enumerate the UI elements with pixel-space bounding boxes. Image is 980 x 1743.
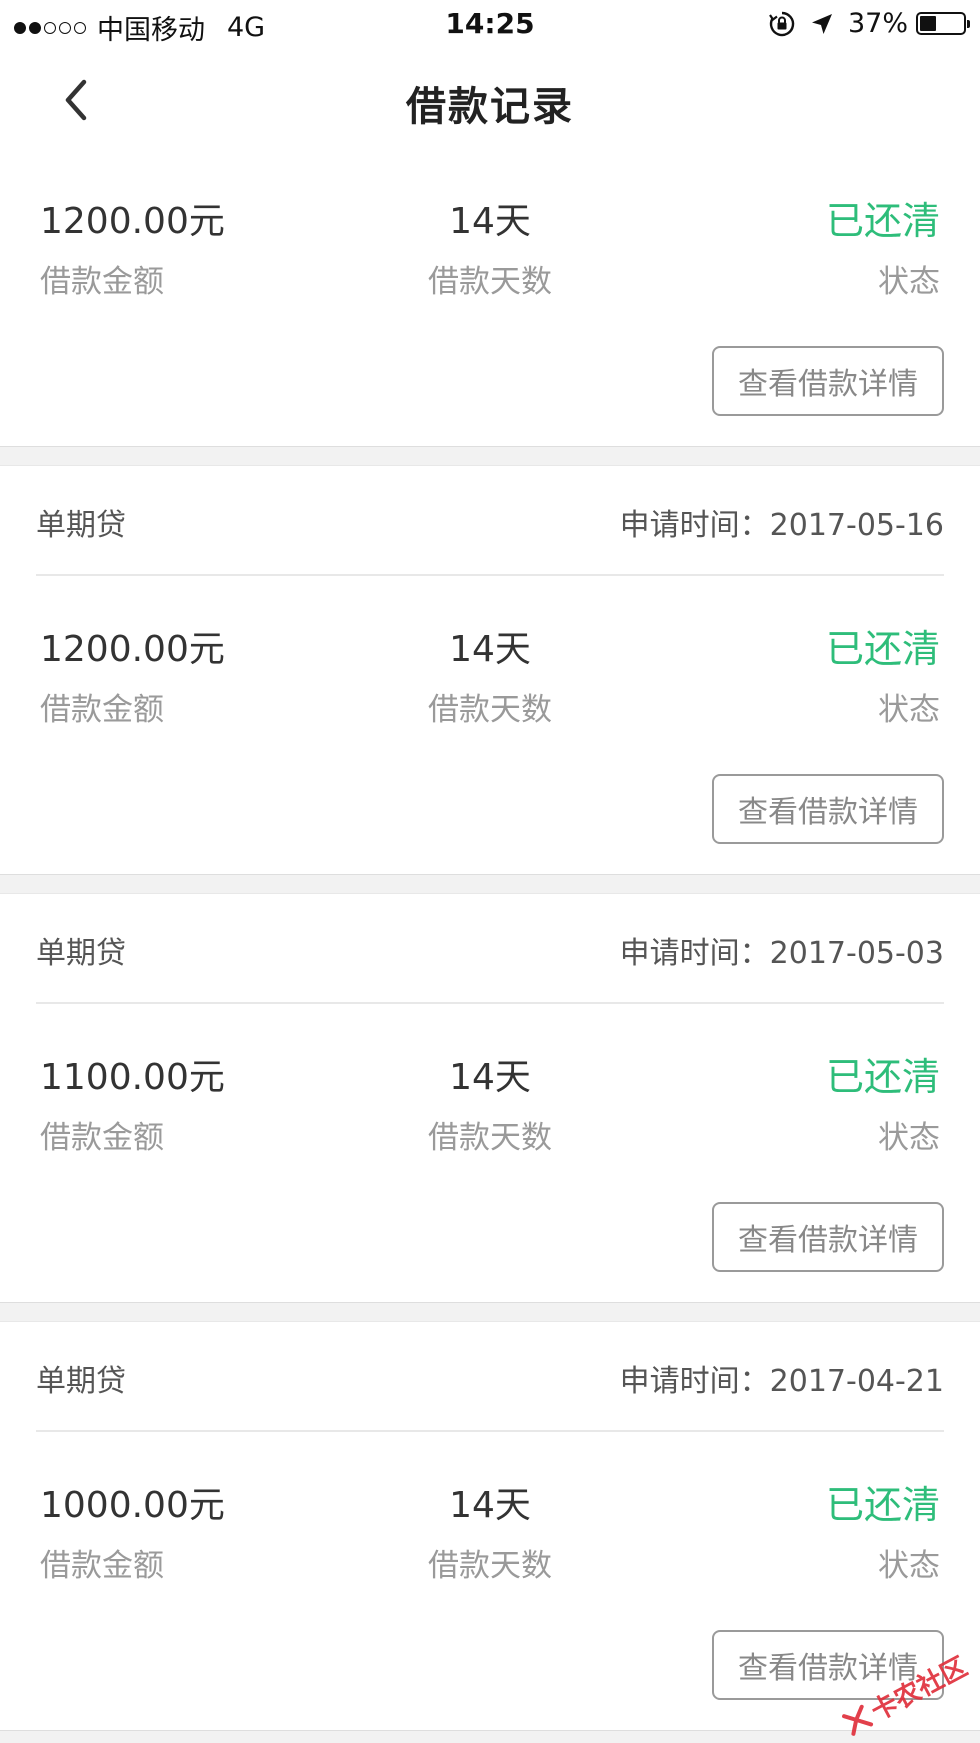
apply-time: 申请时间：2017-05-03	[619, 936, 944, 971]
section-gap	[0, 1302, 980, 1322]
loan-amount-value: 1100.00元	[40, 1057, 225, 1098]
loan-amount-label: 借款金额	[40, 264, 164, 300]
loan-days-value: 14天	[449, 1485, 531, 1526]
loan-days-value: 14天	[449, 1057, 531, 1098]
loan-type: 单期贷	[36, 508, 126, 543]
loan-status-value: 已还清	[825, 199, 940, 243]
loan-amount-label: 借款金额	[40, 692, 164, 728]
loan-status-value: 已还清	[825, 1483, 940, 1527]
record-body: 1100.00元 借款金额 14天 借款天数 已还清 状态 查看借款详情	[0, 1004, 980, 1302]
section-gap	[0, 1730, 980, 1743]
loan-amount-value: 1000.00元	[40, 1485, 225, 1526]
loan-days-label: 借款天数	[428, 1120, 552, 1156]
battery-icon	[916, 12, 970, 35]
status-right: 37%	[768, 8, 970, 39]
loan-record-card: 单期贷 申请时间：2017-05-03 1100.00元 借款金额 14天 借款…	[0, 894, 980, 1302]
record-body: 1200.00元 借款金额 14天 借款天数 已还清 状态 查看借款详情	[0, 576, 980, 874]
apply-time: 申请时间：2017-05-16	[619, 508, 944, 543]
loan-days-label: 借款天数	[428, 692, 552, 728]
loan-amount-label: 借款金额	[40, 1548, 164, 1584]
record-body: 1200.00元 借款金额 14天 借款天数 已还清 状态 查看借款详情	[0, 148, 980, 446]
section-gap	[0, 446, 980, 466]
view-loan-detail-button[interactable]: 查看借款详情	[712, 346, 944, 416]
loan-days-value: 14天	[449, 201, 531, 242]
record-header: 单期贷 申请时间：2017-05-16	[36, 466, 944, 576]
battery-percentage: 37%	[847, 8, 908, 39]
app-screen: 中国移动 4G 14:25 37% 借款记录 1200.00元 借款金额 14天…	[0, 0, 980, 1743]
loan-days-label: 借款天数	[428, 1548, 552, 1584]
page-title: 借款记录	[406, 84, 574, 130]
loan-status-value: 已还清	[825, 627, 940, 671]
rotation-lock-icon	[768, 10, 796, 38]
location-arrow-icon	[810, 12, 834, 36]
record-body: 1000.00元 借款金额 14天 借款天数 已还清 状态 查看借款详情	[0, 1432, 980, 1730]
record-header: 单期贷 申请时间：2017-05-03	[36, 894, 944, 1004]
loan-status-label: 状态	[878, 692, 940, 728]
loan-status-value: 已还清	[825, 1055, 940, 1099]
loan-type: 单期贷	[36, 936, 126, 971]
loan-status-label: 状态	[878, 264, 940, 300]
loan-amount-value: 1200.00元	[40, 201, 225, 242]
loan-amount-value: 1200.00元	[40, 629, 225, 670]
status-bar: 中国移动 4G 14:25 37%	[0, 0, 980, 50]
section-gap	[0, 874, 980, 894]
loan-status-label: 状态	[878, 1120, 940, 1156]
view-loan-detail-button[interactable]: 查看借款详情	[712, 1202, 944, 1272]
loan-record-list[interactable]: 1200.00元 借款金额 14天 借款天数 已还清 状态 查看借款详情 单期贷…	[0, 148, 980, 1743]
loan-status-label: 状态	[878, 1548, 940, 1584]
navigation-bar: 借款记录	[0, 50, 980, 152]
loan-days-label: 借款天数	[428, 264, 552, 300]
loan-record-card: 单期贷 申请时间：2017-05-16 1200.00元 借款金额 14天 借款…	[0, 466, 980, 874]
loan-type: 单期贷	[36, 1364, 126, 1399]
apply-time: 申请时间：2017-04-21	[619, 1364, 944, 1399]
record-header: 单期贷 申请时间：2017-04-21	[36, 1322, 944, 1432]
loan-record-card: 1200.00元 借款金额 14天 借款天数 已还清 状态 查看借款详情	[0, 148, 980, 446]
view-loan-detail-button[interactable]: 查看借款详情	[712, 774, 944, 844]
loan-days-value: 14天	[449, 629, 531, 670]
battery-level-fill	[920, 16, 936, 31]
loan-amount-label: 借款金额	[40, 1120, 164, 1156]
loan-record-card: 单期贷 申请时间：2017-04-21 1000.00元 借款金额 14天 借款…	[0, 1322, 980, 1730]
